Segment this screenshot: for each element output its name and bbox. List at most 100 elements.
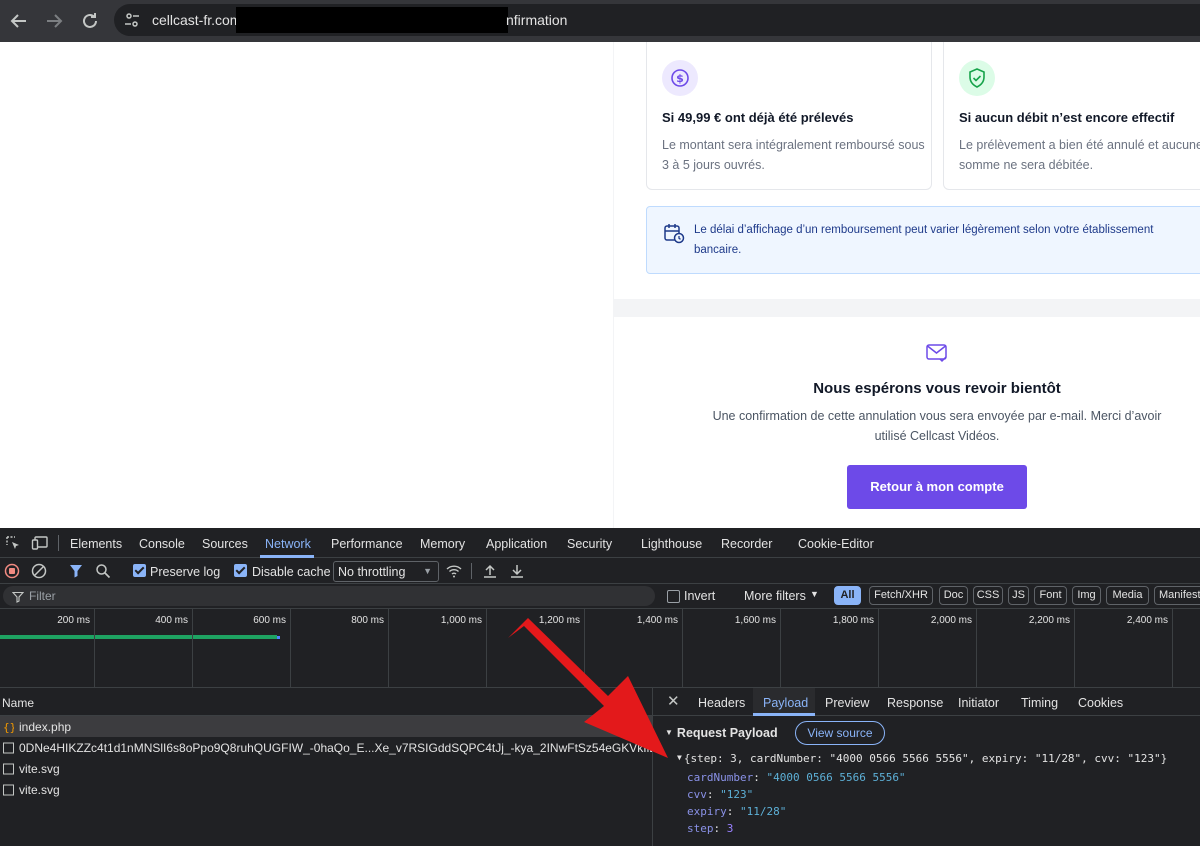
field-key: cardNumber	[687, 771, 754, 784]
import-har-upload-icon[interactable]	[481, 562, 499, 580]
field-value: 3	[726, 822, 734, 835]
network-timeline-overview[interactable]: 200 ms 400 ms 600 ms 800 ms 1,000 ms 1,200 ms…	[0, 608, 1200, 689]
view-source-button[interactable]: View source	[795, 721, 885, 745]
tab-preview[interactable]: Preview	[825, 696, 869, 710]
clear-icon[interactable]	[30, 562, 48, 580]
php-document-icon: {}	[3, 721, 16, 734]
timeline-gridline	[976, 609, 977, 689]
timeline-tick-label: 2,000 ms	[930, 615, 972, 626]
device-toolbar-icon[interactable]	[31, 534, 49, 552]
preserve-log-checkbox[interactable]	[133, 564, 146, 577]
payload-summary-text: {step: 3, cardNumber: "4000 0566 5566 55…	[683, 752, 1168, 765]
divider	[58, 535, 59, 551]
tab-network[interactable]: Network	[265, 537, 311, 551]
timeline-tick-label: 2,400 ms	[1126, 615, 1168, 626]
request-row-token[interactable]: 0DNe4HIKZZc4t1d1nMNSlI6s8oPpo9Q8ruhQUGFI…	[0, 737, 652, 758]
forward-arrow-icon[interactable]	[42, 9, 66, 33]
chip-css[interactable]: CSS	[973, 586, 1003, 605]
timeline-gridline	[682, 609, 683, 689]
chip-all[interactable]: All	[834, 586, 861, 605]
request-name: vite.svg	[19, 762, 60, 776]
throttling-select[interactable]: No throttling ▼	[333, 561, 439, 582]
back-arrow-icon[interactable]	[7, 9, 31, 33]
tab-console[interactable]: Console	[139, 537, 185, 551]
payload-field-expiry: expiry: "11/28"	[687, 805, 787, 818]
card-text: Le prélèvement a bien été annulé et aucu…	[959, 138, 1200, 172]
chip-font[interactable]: Font	[1034, 586, 1067, 605]
inspect-element-icon[interactable]	[4, 534, 22, 552]
tab-elements[interactable]: Elements	[70, 537, 122, 551]
timeline-tick-label: 1,400 ms	[636, 615, 678, 626]
request-list-header: Name	[0, 688, 652, 716]
request-row-vite-svg[interactable]: vite.svg	[0, 758, 652, 779]
tab-cookies[interactable]: Cookies	[1078, 696, 1123, 710]
request-row-vite-svg[interactable]: vite.svg	[0, 779, 652, 800]
chip-doc[interactable]: Doc	[939, 586, 968, 605]
tab-application[interactable]: Application	[486, 537, 547, 551]
timeline-gridline	[1172, 609, 1173, 689]
timeline-gridline	[780, 609, 781, 689]
timeline-gridline	[192, 609, 193, 689]
timeline-tick-label: 400 ms	[155, 615, 188, 626]
filter-input[interactable]: Filter	[3, 586, 655, 606]
card-title: Si aucun débit n’est encore effectif	[959, 110, 1175, 125]
tab-response[interactable]: Response	[887, 696, 943, 710]
reload-icon[interactable]	[78, 9, 102, 33]
chip-js[interactable]: JS	[1008, 586, 1029, 605]
disable-cache-label: Disable cache	[252, 565, 331, 579]
tab-security[interactable]: Security	[567, 537, 612, 551]
field-value: "11/28"	[740, 805, 787, 818]
mail-check-icon	[925, 343, 949, 363]
dropdown-arrow-icon: ▼	[423, 566, 432, 576]
tab-sources[interactable]: Sources	[202, 537, 248, 551]
filter-funnel-icon[interactable]	[67, 562, 85, 580]
chip-fetch-xhr[interactable]: Fetch/XHR	[869, 586, 933, 605]
timeline-gridline	[486, 609, 487, 689]
disable-cache-checkbox[interactable]	[234, 564, 247, 577]
export-har-download-icon[interactable]	[508, 562, 526, 580]
throttling-value: No throttling	[338, 565, 406, 579]
site-settings-icon[interactable]	[120, 8, 144, 32]
shield-check-icon	[959, 60, 995, 96]
confirmation-column: $ Si 49,99 € ont déjà été prélevés Le mo…	[613, 42, 1200, 528]
request-payload-section-toggle[interactable]: ▼ Request Payload	[665, 726, 778, 740]
tab-cookie-editor[interactable]: Cookie-Editor	[798, 537, 874, 551]
column-name-header[interactable]: Name	[2, 696, 34, 710]
file-icon	[3, 742, 14, 754]
redaction-block	[236, 7, 508, 33]
request-row-index-php[interactable]: {} index.php	[0, 716, 652, 737]
back-to-account-button[interactable]: Retour à mon compte	[847, 465, 1027, 509]
payload-field-cardnumber: cardNumber: "4000 0566 5566 5556"	[687, 771, 906, 784]
chip-media[interactable]: Media	[1106, 586, 1149, 605]
tab-memory[interactable]: Memory	[420, 537, 465, 551]
devtools-tab-bar: Elements Console Sources Network Perform…	[0, 528, 1200, 558]
network-conditions-wifi-icon[interactable]	[445, 562, 463, 580]
dropdown-arrow-icon: ▼	[810, 589, 819, 599]
goodbye-panel: Nous espérons vous revoir bientôt Une co…	[614, 317, 1200, 528]
tab-lighthouse[interactable]: Lighthouse	[641, 537, 702, 551]
invert-checkbox[interactable]	[667, 590, 680, 603]
address-bar[interactable]: cellcast-fr.com nfirmation	[114, 4, 1200, 36]
request-name: 0DNe4HIKZZc4t1d1nMNSlI6s8oPpo9Q8ruhQUGFI…	[19, 741, 652, 755]
dollar-circle-icon: $	[662, 60, 698, 96]
chip-img[interactable]: Img	[1072, 586, 1101, 605]
tab-payload[interactable]: Payload	[763, 696, 808, 710]
search-icon[interactable]	[94, 562, 112, 580]
tab-recorder[interactable]: Recorder	[721, 537, 772, 551]
browser-toolbar: cellcast-fr.com nfirmation	[0, 0, 1200, 42]
card-not-debited: Si aucun débit n’est encore effectif Le …	[943, 42, 1200, 190]
chip-manifest[interactable]: Manifest	[1154, 586, 1200, 605]
timeline-gridline	[290, 609, 291, 689]
record-stop-icon[interactable]	[3, 562, 21, 580]
timeline-gridline	[94, 609, 95, 689]
more-filters-dropdown[interactable]: More filters	[744, 589, 806, 603]
close-icon[interactable]: ✕	[667, 692, 680, 710]
field-value: "4000 0566 5566 5556"	[766, 771, 906, 784]
tab-initiator[interactable]: Initiator	[958, 696, 999, 710]
tab-headers[interactable]: Headers	[698, 696, 745, 710]
card-title: Si 49,99 € ont déjà été prélevés	[662, 110, 854, 125]
tab-performance[interactable]: Performance	[331, 537, 403, 551]
tab-timing[interactable]: Timing	[1021, 696, 1058, 710]
payload-summary[interactable]: ▼ {step: 3, cardNumber: "4000 0566 5566 5…	[677, 752, 1167, 765]
request-list: Name {} index.php 0DNe4HIKZZc4t1d1nMNSlI…	[0, 688, 652, 846]
